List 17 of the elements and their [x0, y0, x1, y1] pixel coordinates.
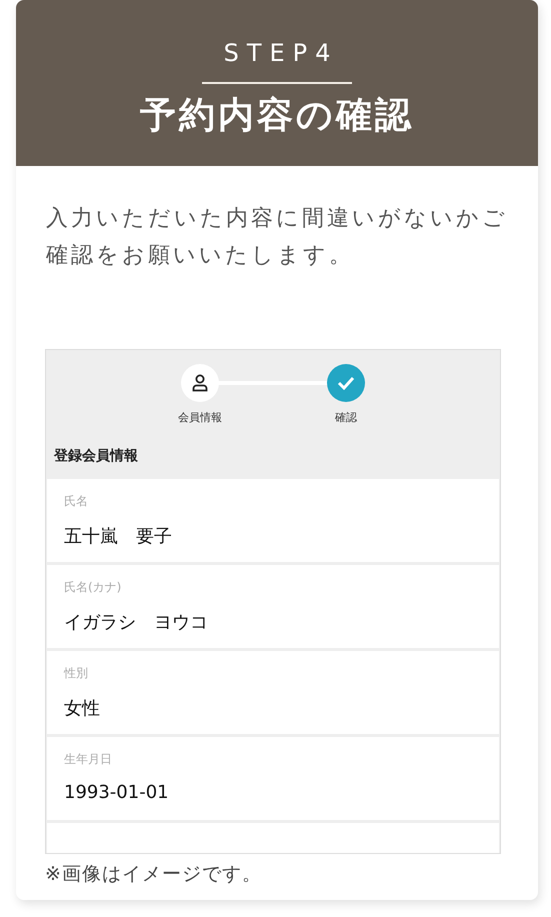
step-label: 確認: [335, 410, 357, 425]
intro-text: 入力いただいた内容に間違いがないかご確認をお願いいたします。: [46, 205, 509, 270]
field-value: イガラシ ヨウコ: [64, 611, 209, 634]
step-label: 会員情報: [178, 410, 222, 425]
field-label: 氏名: [64, 493, 89, 510]
section-title: 予約内容の確認: [140, 94, 414, 138]
check-icon: [337, 376, 355, 390]
section-heading: 登録会員情報: [52, 447, 139, 466]
field-label: 氏名(カナ): [64, 579, 122, 596]
field-value: 1993-01-01: [64, 782, 170, 803]
field-label: 生年月日: [64, 751, 113, 768]
field-value: 五十嵐 要子: [64, 525, 173, 548]
image-note: ※画像はイメージです。: [45, 862, 263, 887]
field-value: 女性: [64, 697, 101, 720]
field-label: 性別: [64, 665, 89, 682]
step-number: STEP4: [222, 38, 338, 68]
person-icon: [192, 374, 208, 392]
